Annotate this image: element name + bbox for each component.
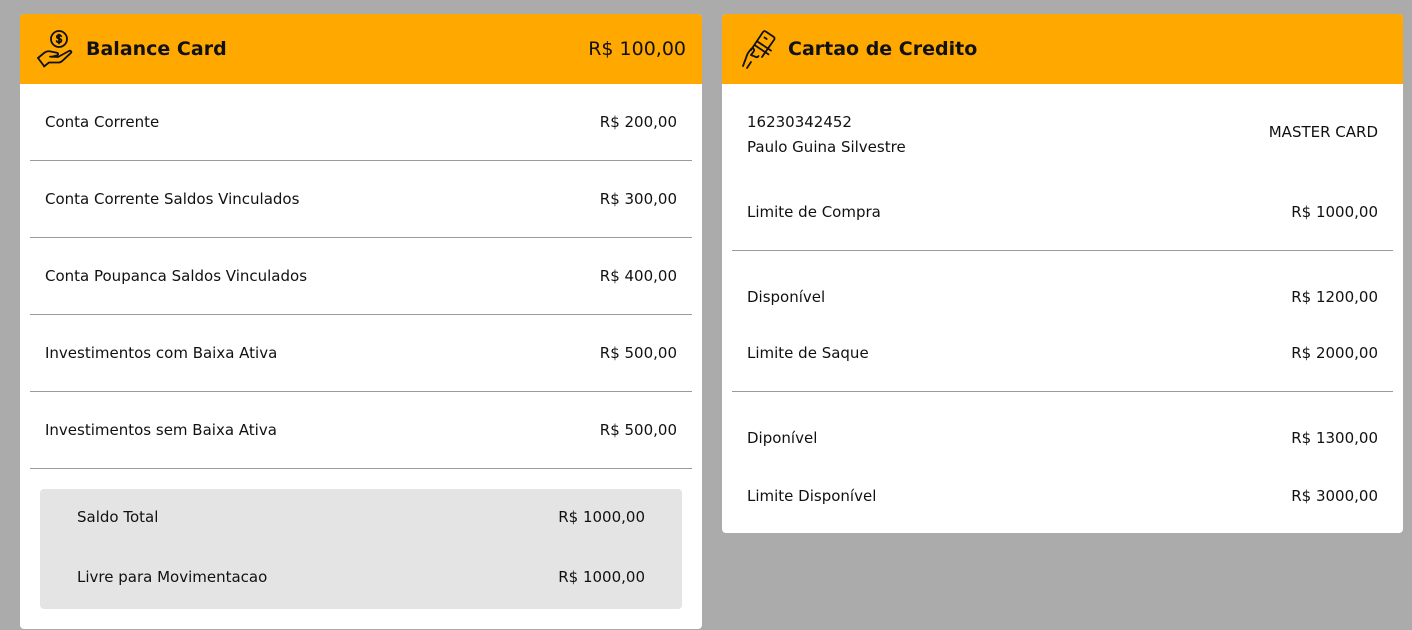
credit-row: Limite Disponível R$ 3000,00: [732, 470, 1393, 522]
balance-row-label: Investimentos sem Baixa Ativa: [45, 421, 277, 439]
balance-row-value: R$ 300,00: [599, 190, 677, 208]
summary-value: R$ 1000,00: [558, 507, 645, 526]
balance-card: Balance Card R$ 100,00 Conta Corrente R$…: [20, 14, 702, 629]
balance-summary: Saldo Total R$ 1000,00 Livre para Movime…: [40, 489, 682, 609]
credit-row-label: Limite de Saque: [747, 343, 869, 362]
summary-row-total: Saldo Total R$ 1000,00: [77, 489, 645, 544]
credit-card-body: 16230342452 Paulo Guina Silvestre MASTER…: [722, 84, 1403, 522]
balance-row: Conta Corrente R$ 200,00: [30, 84, 692, 161]
summary-label: Saldo Total: [77, 507, 159, 526]
balance-row: Investimentos sem Baixa Ativa R$ 500,00: [30, 392, 692, 469]
balance-row: Conta Corrente Saldos Vinculados R$ 300,…: [30, 161, 692, 238]
credit-row-value: R$ 3000,00: [1291, 487, 1378, 505]
credit-row: Limite de Saque R$ 2000,00: [732, 328, 1393, 392]
credit-card-hand-icon: [736, 27, 780, 71]
summary-label: Livre para Movimentacao: [77, 567, 268, 586]
credit-row-value: R$ 1200,00: [1291, 287, 1378, 306]
balance-row-value: R$ 500,00: [599, 344, 677, 362]
balance-row: Investimentos com Baixa Ativa R$ 500,00: [30, 315, 692, 392]
summary-value: R$ 1000,00: [558, 567, 645, 586]
credit-row: Limite de Compra R$ 1000,00: [732, 188, 1393, 251]
card-owner-block: 16230342452 Paulo Guina Silvestre: [747, 110, 906, 160]
balance-row-label: Conta Corrente: [45, 113, 160, 131]
balance-row-value: R$ 200,00: [599, 113, 677, 131]
credit-card-panel: Cartao de Credito 16230342452 Paulo Guin…: [722, 14, 1403, 533]
card-holder: Paulo Guina Silvestre: [747, 138, 906, 156]
credit-row-label: Disponível: [747, 287, 826, 306]
balance-card-title: Balance Card: [86, 38, 227, 60]
credit-row-label: Limite Disponível: [747, 487, 877, 505]
credit-card-header: Cartao de Credito: [722, 14, 1403, 84]
card-info: 16230342452 Paulo Guina Silvestre MASTER…: [732, 84, 1393, 188]
credit-row-value: R$ 1000,00: [1291, 203, 1378, 221]
card-number: 16230342452: [747, 113, 852, 131]
card-brand: MASTER CARD: [1268, 123, 1378, 141]
money-hand-icon: [34, 27, 78, 71]
credit-row-value: R$ 1300,00: [1291, 429, 1378, 447]
credit-row-label: Limite de Compra: [747, 203, 881, 221]
credit-row: Diponível R$ 1300,00: [732, 392, 1393, 470]
balance-row: Conta Poupanca Saldos Vinculados R$ 400,…: [30, 238, 692, 315]
balance-row-label: Conta Poupanca Saldos Vinculados: [45, 267, 308, 285]
credit-row: Disponível R$ 1200,00: [732, 251, 1393, 328]
balance-row-value: R$ 400,00: [599, 267, 677, 285]
balance-row-label: Conta Corrente Saldos Vinculados: [45, 190, 300, 208]
balance-card-total: R$ 100,00: [588, 38, 686, 60]
credit-card-title: Cartao de Credito: [788, 38, 978, 60]
credit-row-value: R$ 2000,00: [1291, 343, 1378, 362]
summary-row-free: Livre para Movimentacao R$ 1000,00: [77, 544, 645, 619]
credit-row-label: Diponível: [747, 429, 818, 447]
balance-card-header: Balance Card R$ 100,00: [20, 14, 702, 84]
balance-row-label: Investimentos com Baixa Ativa: [45, 344, 278, 362]
balance-row-value: R$ 500,00: [599, 421, 677, 439]
balance-list: Conta Corrente R$ 200,00 Conta Corrente …: [20, 84, 702, 469]
